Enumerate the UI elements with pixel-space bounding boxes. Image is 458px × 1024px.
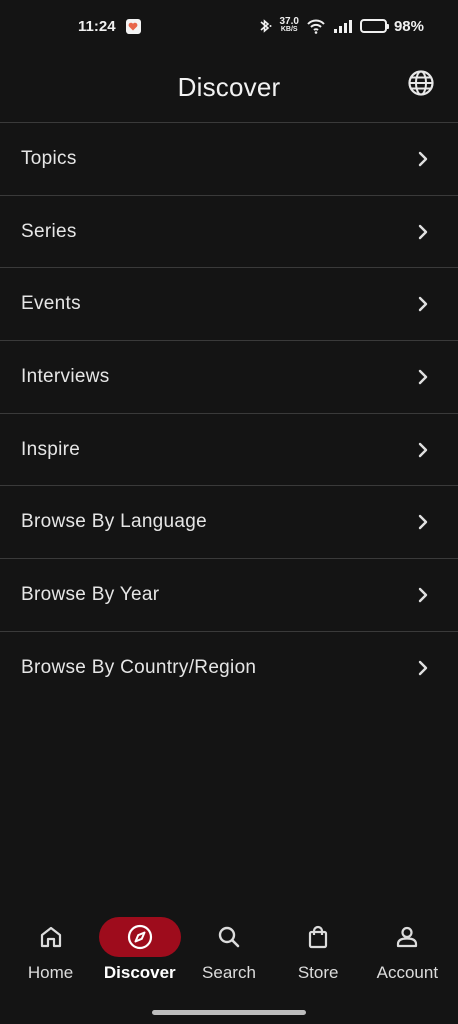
page-title: Discover — [177, 71, 281, 102]
shopping-bag-icon — [309, 925, 328, 949]
nav-label: Store — [297, 963, 339, 982]
nav-item-home[interactable]: Home — [8, 912, 94, 992]
menu-item-browse-by-year[interactable]: Browse By Year — [0, 559, 458, 632]
chevron-right-icon — [418, 224, 428, 239]
chevron-right-icon — [418, 515, 428, 530]
chevron-right-icon — [418, 151, 428, 167]
discover-menu-list: Topics Series Events Interviews Inspire … — [0, 122, 458, 705]
status-bar: 11:24 37.0 KB/S 98% — [0, 0, 458, 52]
status-left: 11:24 — [78, 18, 141, 35]
net-speed-value: 37.0 — [279, 16, 299, 27]
nav-icon-container — [366, 917, 448, 957]
menu-item-label: Inspire — [21, 438, 81, 460]
bluetooth-icon — [259, 19, 271, 33]
nav-label: Search — [202, 963, 256, 982]
status-right: 37.0 KB/S 98% — [257, 16, 424, 35]
menu-item-label: Interviews — [21, 365, 110, 387]
chevron-right-icon — [418, 369, 428, 385]
battery-percent: 98% — [393, 17, 424, 35]
notification-heart-icon — [125, 18, 141, 34]
nav-label: Home — [27, 963, 74, 982]
search-icon — [218, 926, 240, 948]
nav-item-account[interactable]: Account — [364, 912, 450, 992]
nav-item-search[interactable]: Search — [186, 912, 272, 992]
menu-item-label: Browse By Country/Region — [21, 657, 257, 679]
home-indicator[interactable] — [152, 1010, 306, 1015]
person-icon — [397, 926, 418, 948]
menu-item-series[interactable]: Series — [0, 196, 458, 269]
menu-item-browse-by-country-region[interactable]: Browse By Country/Region — [0, 632, 458, 705]
nav-label: Account — [376, 963, 439, 982]
menu-item-inspire[interactable]: Inspire — [0, 414, 458, 487]
status-time: 11:24 — [78, 17, 116, 35]
wifi-icon — [307, 19, 325, 34]
menu-item-events[interactable]: Events — [0, 268, 458, 342]
discover-screen: 11:24 37.0 KB/S 98% Discover Topics Seri… — [0, 0, 458, 1024]
menu-item-topics[interactable]: Topics — [0, 123, 458, 196]
nav-icon-container — [277, 917, 359, 957]
menu-item-label: Browse By Year — [21, 583, 160, 605]
compass-icon — [127, 924, 152, 950]
net-speed: 37.0 KB/S — [279, 16, 299, 34]
chevron-right-icon — [418, 660, 428, 676]
chevron-right-icon — [418, 442, 428, 457]
menu-item-label: Browse By Language — [21, 511, 208, 533]
nav-item-store[interactable]: Store — [275, 912, 361, 992]
globe-icon — [408, 70, 434, 96]
menu-item-label: Topics — [21, 147, 77, 169]
nav-icon-container — [188, 917, 270, 957]
nav-label: Discover — [103, 963, 176, 982]
menu-item-browse-by-language[interactable]: Browse By Language — [0, 486, 458, 560]
home-icon — [40, 926, 61, 948]
app-header: Discover — [0, 52, 458, 122]
language-button[interactable] — [406, 68, 436, 98]
menu-item-label: Events — [21, 293, 81, 315]
nav-icon-container — [98, 917, 181, 957]
battery-icon — [359, 19, 389, 33]
menu-item-interviews[interactable]: Interviews — [0, 341, 458, 414]
nav-icon-container — [10, 917, 92, 957]
nav-item-discover[interactable]: Discover — [97, 912, 183, 992]
bottom-navigation: Home Discover Search Store Account — [0, 912, 458, 992]
net-speed-unit: KB/S — [280, 26, 298, 33]
chevron-right-icon — [418, 587, 428, 603]
chevron-right-icon — [418, 297, 428, 312]
menu-item-label: Series — [21, 220, 77, 242]
signal-icon — [333, 20, 352, 33]
